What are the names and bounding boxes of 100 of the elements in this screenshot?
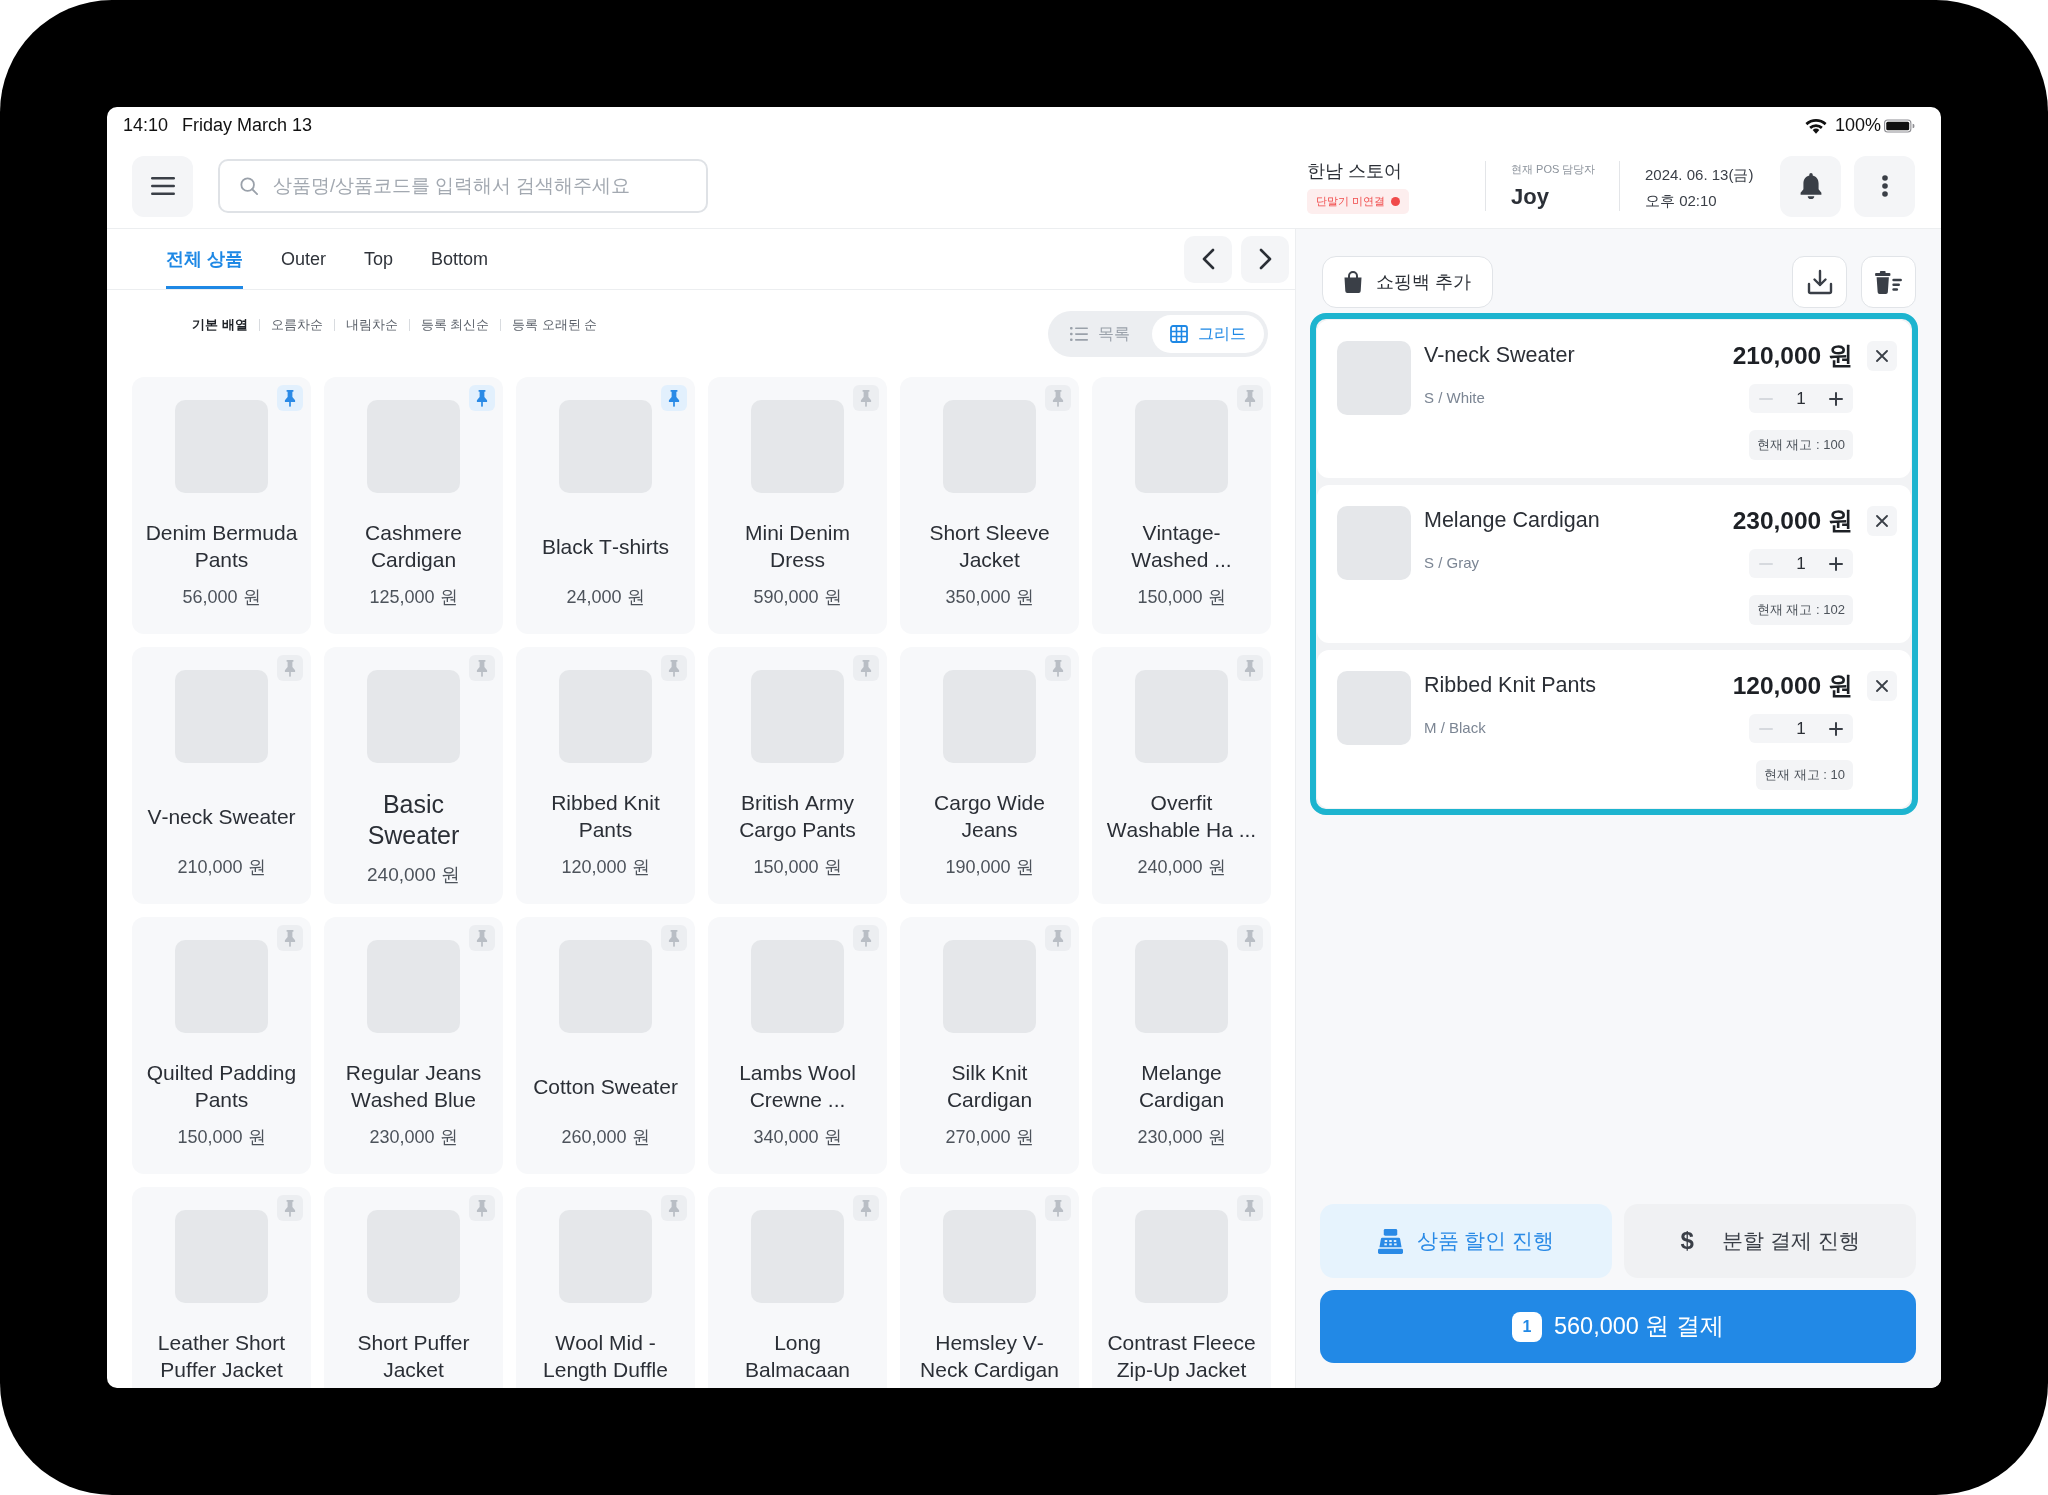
- product-card[interactable]: Leather Short Puffer Jacket: [132, 1187, 311, 1388]
- product-price: 590,000 원: [753, 586, 842, 609]
- pin-button[interactable]: [1237, 385, 1263, 411]
- pin-button[interactable]: [661, 925, 687, 951]
- previous-button[interactable]: [1184, 235, 1232, 283]
- trash-list-icon: [1875, 270, 1902, 294]
- category-tab[interactable]: 전체 상품: [166, 229, 243, 289]
- view-option[interactable]: 그리드: [1152, 315, 1264, 353]
- cart-item-option: S / Gray: [1424, 553, 1479, 573]
- pin-button[interactable]: [277, 385, 303, 411]
- product-card[interactable]: Mini Denim Dress 590,000 원: [708, 377, 887, 634]
- pin-button[interactable]: [1045, 925, 1071, 951]
- add-shopping-bag-button[interactable]: 쇼핑백 추가: [1322, 256, 1493, 308]
- product-card[interactable]: Vintage-Washed ... 150,000 원: [1092, 377, 1271, 634]
- pin-icon: [1244, 929, 1256, 947]
- product-price: 120,000 원: [561, 856, 650, 879]
- pin-button[interactable]: [661, 655, 687, 681]
- battery-percentage: 100%: [1834, 114, 1881, 137]
- product-price: 210,000 원: [177, 856, 266, 879]
- pin-button[interactable]: [661, 1195, 687, 1221]
- next-button[interactable]: [1241, 235, 1289, 283]
- pin-button[interactable]: [1045, 1195, 1071, 1221]
- clear-list-button[interactable]: [1861, 256, 1916, 308]
- product-price: 270,000 원: [945, 1126, 1034, 1149]
- product-card[interactable]: Ribbed Knit Pants 120,000 원: [516, 647, 695, 904]
- product-card[interactable]: Short Sleeve Jacket 350,000 원: [900, 377, 1079, 634]
- pin-button[interactable]: [661, 385, 687, 411]
- pin-button[interactable]: [469, 1195, 495, 1221]
- pin-button[interactable]: [277, 1195, 303, 1221]
- pin-icon: [860, 389, 872, 407]
- split-payment-button[interactable]: $ 분할 결제 진행: [1624, 1204, 1916, 1278]
- product-card[interactable]: Hemsley V-Neck Cardigan: [900, 1187, 1079, 1388]
- product-card[interactable]: Basic Sweater 240,000 원: [324, 647, 503, 904]
- product-name: Leather Short Puffer Jacket: [156, 1330, 287, 1383]
- pin-icon: [1052, 389, 1064, 407]
- product-name: Short Sleeve Jacket: [928, 520, 1051, 573]
- cart-item-price: 120,000 원: [1732, 671, 1853, 701]
- product-card[interactable]: Cashmere Cardigan 125,000 원: [324, 377, 503, 634]
- pin-icon: [1244, 659, 1256, 677]
- sort-option[interactable]: 내림차순: [334, 315, 409, 335]
- product-card[interactable]: Quilted Padding Pants 150,000 원: [132, 917, 311, 1174]
- notification-button[interactable]: [1780, 155, 1841, 217]
- sort-option[interactable]: 오름차순: [259, 315, 334, 335]
- product-name: Regular Jeans Washed Blue: [344, 1060, 483, 1113]
- product-card[interactable]: Regular Jeans Washed Blue 230,000 원: [324, 917, 503, 1174]
- product-card[interactable]: Cotton Sweater 260,000 원: [516, 917, 695, 1174]
- pin-button[interactable]: [1045, 655, 1071, 681]
- product-price: 260,000 원: [561, 1126, 650, 1149]
- sort-option[interactable]: 기본 배열: [181, 315, 259, 335]
- product-card[interactable]: Long Balmacaan: [708, 1187, 887, 1388]
- pay-button[interactable]: 1 560,000 원 결제: [1320, 1290, 1916, 1363]
- pin-button[interactable]: [1045, 385, 1071, 411]
- status-date: Friday March 13: [182, 114, 313, 137]
- product-card[interactable]: Denim Bermuda Pants 56,000 원: [132, 377, 311, 634]
- product-card[interactable]: Black T-shirts 24,000 원: [516, 377, 695, 634]
- product-card[interactable]: Overfit Washable Ha ... 240,000 원: [1092, 647, 1271, 904]
- pin-button[interactable]: [469, 385, 495, 411]
- product-card[interactable]: Silk Knit Cardigan 270,000 원: [900, 917, 1079, 1174]
- category-tab[interactable]: Bottom: [431, 229, 489, 289]
- product-card[interactable]: Wool Mid - Length Duffle: [516, 1187, 695, 1388]
- pin-button[interactable]: [853, 1195, 879, 1221]
- product-card[interactable]: Lambs Wool Crewne ... 340,000 원: [708, 917, 887, 1174]
- pin-button[interactable]: [469, 925, 495, 951]
- pin-button[interactable]: [1237, 925, 1263, 951]
- pin-button[interactable]: [1237, 655, 1263, 681]
- product-card[interactable]: Melange Cardigan 230,000 원: [1092, 917, 1271, 1174]
- menu-button[interactable]: [132, 155, 193, 217]
- product-name: Overfit Washable Ha ...: [1105, 790, 1258, 843]
- remove-button[interactable]: [1867, 341, 1897, 371]
- product-card[interactable]: Cargo Wide Jeans 190,000 원: [900, 647, 1079, 904]
- pin-button[interactable]: [469, 655, 495, 681]
- category-tab[interactable]: Outer: [281, 229, 327, 289]
- pin-icon: [284, 929, 296, 947]
- download-button[interactable]: [1792, 256, 1847, 308]
- product-name: Long Balmacaan: [743, 1330, 852, 1383]
- product-card[interactable]: Contrast Fleece Zip-Up Jacket: [1092, 1187, 1271, 1388]
- pin-button[interactable]: [853, 925, 879, 951]
- remove-button[interactable]: [1867, 671, 1897, 701]
- sort-option[interactable]: 등록 최신순: [409, 315, 501, 335]
- sort-option[interactable]: 등록 오래된 순: [501, 315, 609, 335]
- product-card[interactable]: V-neck Sweater 210,000 원: [132, 647, 311, 904]
- pin-icon: [1052, 1199, 1064, 1217]
- pin-button[interactable]: [853, 385, 879, 411]
- search-icon: [240, 177, 258, 195]
- pin-icon: [668, 659, 680, 677]
- pin-button[interactable]: [853, 655, 879, 681]
- search-field[interactable]: 상품명/상품코드를 입력해서 검색해주세요: [218, 159, 708, 213]
- pin-button[interactable]: [277, 925, 303, 951]
- product-name: Hemsley V-Neck Cardigan: [919, 1330, 1060, 1383]
- category-tab[interactable]: Top: [364, 229, 394, 289]
- grid-icon: [1170, 325, 1188, 343]
- product-card[interactable]: British Army Cargo Pants 150,000 원: [708, 647, 887, 904]
- pin-icon: [668, 389, 680, 407]
- product-card[interactable]: Short Puffer Jacket: [324, 1187, 503, 1388]
- pin-button[interactable]: [277, 655, 303, 681]
- more-button[interactable]: [1854, 155, 1915, 217]
- remove-button[interactable]: [1867, 506, 1897, 536]
- pin-button[interactable]: [1237, 1195, 1263, 1221]
- product-price: 190,000 원: [945, 856, 1034, 879]
- plus-icon: [1829, 721, 1843, 736]
